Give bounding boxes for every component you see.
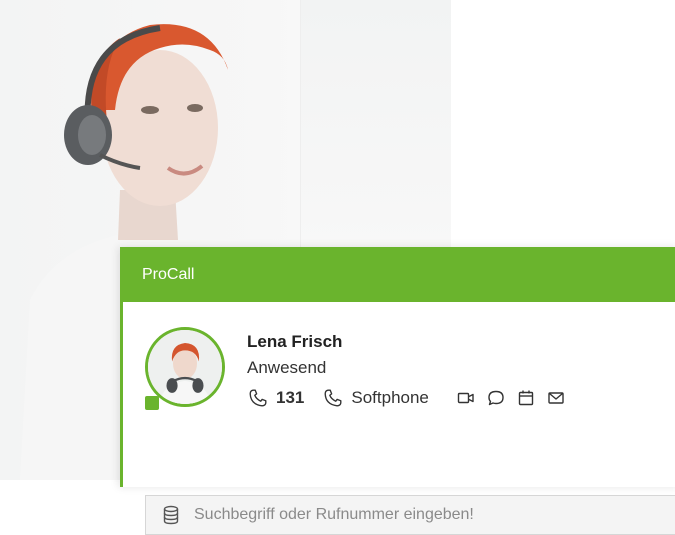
call-extension-button[interactable]: 131 [247, 387, 304, 409]
softphone-button[interactable]: Softphone [322, 387, 429, 409]
database-icon [163, 505, 179, 525]
contact-actions: 131 Softphone [247, 385, 571, 411]
presence-status: Anwesend [247, 358, 327, 377]
device-label: Softphone [351, 388, 429, 407]
presence-indicator [145, 396, 159, 410]
calendar-icon [518, 390, 534, 406]
video-call-button[interactable] [451, 385, 481, 411]
contact-card: Lena Frisch Anwesend 131 Softphone [145, 327, 571, 411]
search-bar [145, 495, 675, 535]
app-content: Lena Frisch Anwesend 131 Softphone Suchb… [120, 302, 675, 535]
title-bar: ProCall [120, 247, 675, 302]
video-icon [457, 392, 474, 404]
chat-icon [488, 390, 504, 406]
contact-name: Lena Frisch [247, 332, 343, 351]
extension-number: 131 [276, 388, 305, 407]
softphone-icon [324, 389, 342, 407]
phone-icon [249, 389, 267, 407]
chat-button[interactable] [481, 385, 511, 411]
procall-window: ProCall Lena Frisch Anwesend 131 Softpho… [120, 247, 675, 535]
avatar[interactable] [145, 327, 225, 407]
calendar-button[interactable] [511, 385, 541, 411]
avatar-portrait-image [148, 330, 222, 404]
contact-info: Lena Frisch Anwesend 131 Softphone [247, 331, 571, 411]
search-input[interactable] [192, 505, 636, 525]
mail-icon [548, 392, 564, 404]
app-title: ProCall [142, 265, 195, 283]
email-button[interactable] [541, 385, 571, 411]
